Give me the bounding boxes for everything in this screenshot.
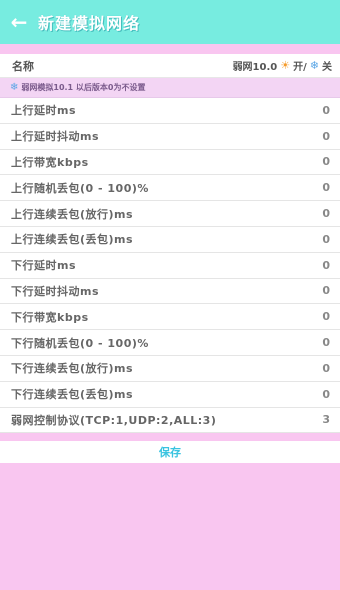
setting-row[interactable]: 上行连续丢包(丢包)ms 0 — [0, 227, 340, 253]
setting-value[interactable]: 0 — [322, 207, 330, 220]
setting-row[interactable]: 下行带宽kbps 0 — [0, 304, 340, 331]
save-button[interactable]: 保存 — [159, 444, 181, 460]
setting-value[interactable]: 0 — [322, 104, 330, 117]
sun-icon: ☀ — [280, 59, 291, 72]
back-arrow-icon[interactable]: ← — [0, 0, 38, 44]
save-bar: 保存 — [0, 437, 340, 463]
setting-label: 上行连续丢包(放行)ms — [11, 207, 134, 221]
setting-label: 下行随机丢包(0 - 100)% — [11, 336, 149, 350]
setting-label: 上行延时ms — [11, 104, 77, 118]
settings-list: 上行延时ms 0 上行延时抖动ms 0 上行带宽kbps 0 上行随机丢包(0 - 100)… — [0, 98, 340, 434]
name-row[interactable]: 名称 弱网10.0 ☀ 开/ ❄ 关 — [0, 54, 340, 78]
setting-label: 上行延时抖动ms — [11, 130, 100, 144]
setting-value[interactable]: 0 — [322, 130, 330, 143]
page-title: 新建模拟网络 — [38, 14, 141, 33]
toggle-on-label[interactable]: 开/ — [293, 58, 307, 73]
setting-row[interactable]: 下行随机丢包(0 - 100)% 0 — [0, 330, 340, 356]
setting-label: 上行连续丢包(丢包)ms — [11, 233, 134, 247]
setting-label: 下行带宽kbps — [11, 310, 89, 324]
snowflake-icon: ❄ — [309, 59, 319, 72]
setting-value[interactable]: 0 — [322, 362, 330, 375]
setting-row[interactable]: 上行连续丢包(放行)ms 0 — [0, 201, 340, 227]
setting-row[interactable]: 下行延时抖动ms 0 — [0, 279, 340, 305]
title-bar: ← 新建模拟网络 — [0, 0, 340, 44]
setting-value[interactable]: 0 — [322, 310, 330, 323]
setting-value[interactable]: 0 — [322, 233, 330, 246]
setting-value[interactable]: 0 — [322, 284, 330, 297]
setting-label: 上行带宽kbps — [11, 155, 89, 169]
setting-row[interactable]: 下行连续丢包(放行)ms 0 — [0, 356, 340, 382]
notice-banner: ❄ 弱网模拟10.1 以后版本0为不设置 — [0, 78, 340, 98]
setting-value[interactable]: 0 — [322, 155, 330, 168]
setting-value[interactable]: 0 — [322, 336, 330, 349]
setting-label: 下行连续丢包(放行)ms — [11, 362, 134, 376]
weak-network-version: 弱网10.0 — [232, 62, 278, 73]
header-spacer — [0, 44, 340, 54]
name-label: 名称 — [12, 59, 34, 73]
setting-row[interactable]: 上行延时抖动ms 0 — [0, 124, 340, 150]
notice-text: 弱网模拟10.1 以后版本0为不设置 — [21, 83, 146, 92]
setting-row[interactable]: 弱网控制协议(TCP:1,UDP:2,ALL:3) 3 — [0, 408, 340, 434]
setting-label: 弱网控制协议(TCP:1,UDP:2,ALL:3) — [11, 413, 217, 427]
snowflake-icon: ❄ — [10, 82, 19, 93]
setting-row[interactable]: 下行连续丢包(丢包)ms 0 — [0, 382, 340, 408]
setting-row[interactable]: 上行随机丢包(0 - 100)% 0 — [0, 175, 340, 202]
setting-row[interactable]: 上行延时ms 0 — [0, 98, 340, 124]
setting-label: 下行延时ms — [11, 259, 77, 273]
setting-value[interactable]: 0 — [322, 181, 330, 194]
name-value: 弱网10.0 ☀ 开/ ❄ 关 — [233, 58, 332, 73]
setting-value[interactable]: 0 — [322, 259, 330, 272]
settings-panel: 名称 弱网10.0 ☀ 开/ ❄ 关 ❄ 弱网模拟10.1 以后版本0为不设置 … — [0, 54, 340, 434]
setting-row[interactable]: 上行带宽kbps 0 — [0, 150, 340, 176]
toggle-off-label[interactable]: 关 — [322, 58, 332, 73]
setting-label: 下行连续丢包(丢包)ms — [11, 388, 134, 402]
setting-value[interactable]: 3 — [322, 413, 330, 426]
setting-row[interactable]: 下行延时ms 0 — [0, 253, 340, 279]
setting-label: 下行延时抖动ms — [11, 284, 100, 298]
setting-value[interactable]: 0 — [322, 388, 330, 401]
setting-label: 上行随机丢包(0 - 100)% — [11, 181, 149, 195]
